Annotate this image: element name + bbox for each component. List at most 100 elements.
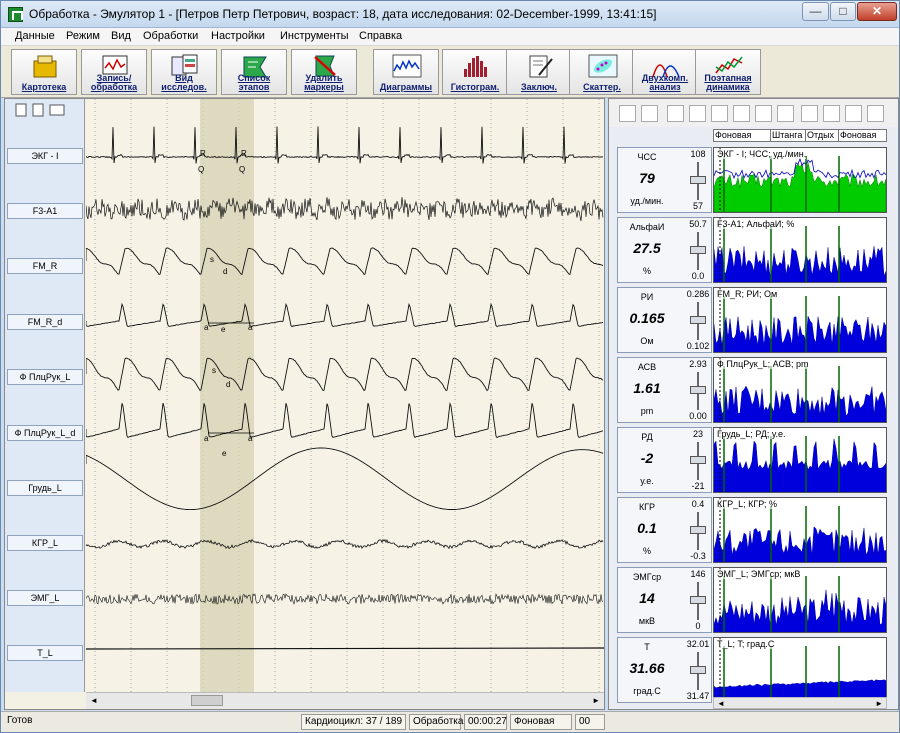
channel-tools[interactable]: [13, 103, 73, 117]
param-unit: град.С: [633, 686, 661, 696]
layers-icon[interactable]: [733, 105, 750, 122]
title-bar[interactable]: Обработка - Эмулятор 1 - [Петров Петр Пе…: [1, 1, 899, 28]
param-slider-knob[interactable]: [690, 456, 706, 464]
param-slider-knob[interactable]: [690, 596, 706, 604]
marker-ecg-r1: R: [200, 149, 206, 158]
trend-chart[interactable]: КГР_L; КГР; %: [713, 497, 887, 563]
param-slider-knob[interactable]: [690, 666, 706, 674]
undo-icon[interactable]: [823, 105, 840, 122]
param-slider-knob[interactable]: [690, 316, 706, 324]
param-name: T: [644, 642, 650, 652]
selection-band[interactable]: [200, 99, 254, 692]
scroll-thumb[interactable]: [191, 695, 223, 706]
stage-tab-barbell[interactable]: Штанга: [771, 130, 806, 141]
trend-chart[interactable]: ЭКГ - I; ЧСС; уд./мин.: [713, 147, 887, 213]
card-file-icon: [33, 55, 57, 78]
histogram-icon: [464, 56, 487, 77]
scatter-button[interactable]: Скаттер.: [569, 49, 635, 95]
card-file-button[interactable]: Картотека: [11, 49, 77, 95]
channel-label-fpl[interactable]: Ф ПлцРук_L: [7, 369, 83, 385]
param-unit: у.е.: [640, 476, 654, 486]
cut-icon[interactable]: [801, 105, 818, 122]
study-view-button[interactable]: Вид исследов.: [151, 49, 217, 95]
conclusion-button[interactable]: Заключ.: [506, 49, 572, 95]
menu-help[interactable]: Справка: [359, 30, 402, 42]
wave-icon[interactable]: [711, 105, 728, 122]
channel-label-chest[interactable]: Грудь_L: [7, 480, 83, 496]
two-component-button[interactable]: Двухкомп. анализ: [632, 49, 698, 95]
trend-chart[interactable]: ЭМГ_L; ЭМГср; мкВ: [713, 567, 887, 633]
marker-left-icon[interactable]: [845, 105, 862, 122]
histogram-button[interactable]: Гистограм.: [442, 49, 508, 95]
trend-scroll-left-icon[interactable]: ◄: [717, 699, 725, 708]
marker-right-icon[interactable]: [867, 105, 884, 122]
param-value: 27.5: [633, 240, 661, 256]
channel-label-f3a1[interactable]: F3-A1: [7, 203, 83, 219]
record-button[interactable]: Запись/ обработка: [81, 49, 147, 95]
delete-markers-button[interactable]: Удалить маркеры: [291, 49, 357, 95]
channel-label-fpld[interactable]: Ф ПлцРук_L_d: [7, 425, 83, 441]
trend-chart[interactable]: Грудь_L; РД; у.е.: [713, 427, 887, 493]
app-icon: [8, 7, 23, 22]
trend-chart[interactable]: T_L; T; град.С: [713, 637, 887, 703]
param-slider-knob[interactable]: [690, 176, 706, 184]
menu-settings[interactable]: Настройки: [211, 30, 265, 42]
stage-tab-rest[interactable]: Отдых: [806, 130, 839, 141]
trend-chart[interactable]: FM_R; РИ; Ом: [713, 287, 887, 353]
trend-chart[interactable]: Ф ПлцРук_L; АСВ; pm: [713, 357, 887, 423]
param-value: 1.61: [633, 380, 661, 396]
scroll-right-icon[interactable]: ►: [592, 696, 600, 705]
menu-data[interactable]: Данные: [15, 30, 55, 42]
channel-label-gsr[interactable]: КГР_L: [7, 535, 83, 551]
remove-channel-icon[interactable]: [32, 103, 44, 117]
trend-area: [714, 589, 886, 632]
param-box[interactable]: РИ 0.165 Ом 0.286 0.102: [617, 287, 712, 353]
param-box[interactable]: АльфаИ 27.5% 50.7 0.0: [617, 217, 712, 283]
trend-horizontal-scrollbar[interactable]: ◄ ►: [713, 697, 887, 709]
channel-label-fmr[interactable]: FM_R: [7, 258, 83, 274]
stage-list-button[interactable]: Список этапов: [221, 49, 287, 95]
trend-chart[interactable]: F3-A1; АльфаИ; %: [713, 217, 887, 283]
close-button[interactable]: ✕: [857, 2, 897, 21]
menu-view[interactable]: Вид: [111, 30, 131, 42]
param-min: 0.0: [691, 271, 705, 281]
trend-scroll-right-icon[interactable]: ►: [875, 699, 883, 708]
auto-icon[interactable]: [777, 105, 794, 122]
stage-tab-background-1[interactable]: Фоновая: [714, 130, 771, 141]
signal-horizontal-scrollbar[interactable]: ◄ ►: [86, 692, 604, 709]
channel-label-ecg[interactable]: ЭКГ - I: [7, 148, 83, 164]
menu-mode[interactable]: Режим: [66, 30, 100, 42]
param-slider-knob[interactable]: [690, 246, 706, 254]
param-slider-knob[interactable]: [690, 526, 706, 534]
marker-fpl-s: s: [212, 366, 216, 375]
print-icon[interactable]: [619, 105, 636, 122]
scale-icon[interactable]: [667, 105, 684, 122]
minimize-button[interactable]: —: [802, 2, 829, 21]
channel-label-temp[interactable]: T_L: [7, 645, 83, 661]
diagrams-button[interactable]: Диаграммы: [373, 49, 439, 95]
param-slider-knob[interactable]: [690, 386, 706, 394]
signal-plot[interactable]: R Q R Q s d a e a s d a e a: [86, 99, 604, 692]
menu-processing[interactable]: Обработки: [143, 30, 198, 42]
scroll-left-icon[interactable]: ◄: [90, 696, 98, 705]
param-name: АСВ: [637, 362, 657, 372]
marker-ecg-r2: R: [241, 149, 247, 158]
marker-ecg-q1: Q: [198, 165, 204, 174]
channel-settings-icon[interactable]: [49, 104, 65, 116]
stage-tab-background-2[interactable]: Фоновая: [839, 130, 887, 141]
maximize-button[interactable]: □: [830, 2, 856, 21]
param-box[interactable]: ЭМГср 14 мкВ 146 0: [617, 567, 712, 633]
channel-label-emg[interactable]: ЭМГ_L: [7, 590, 83, 606]
param-box[interactable]: T 31.66 град.С 32.01 31.47: [617, 637, 712, 703]
param-box[interactable]: РД -2 у.е. 23 -21: [617, 427, 712, 493]
align-icon[interactable]: [689, 105, 706, 122]
refresh-icon[interactable]: [641, 105, 658, 122]
param-box[interactable]: ЧСС 79 уд./мин. 108 57: [617, 147, 712, 213]
menu-tools[interactable]: Инструменты: [280, 30, 349, 42]
param-box[interactable]: АСВ 1.61 pm 2.93 0.00: [617, 357, 712, 423]
add-channel-icon[interactable]: [15, 103, 27, 117]
channel-label-fmrd[interactable]: FM_R_d: [7, 314, 83, 330]
axis-icon[interactable]: [755, 105, 772, 122]
param-box[interactable]: КГР 0.1% 0.4 -0.3: [617, 497, 712, 563]
stage-dynamics-button[interactable]: Поэтапная динамика: [695, 49, 761, 95]
